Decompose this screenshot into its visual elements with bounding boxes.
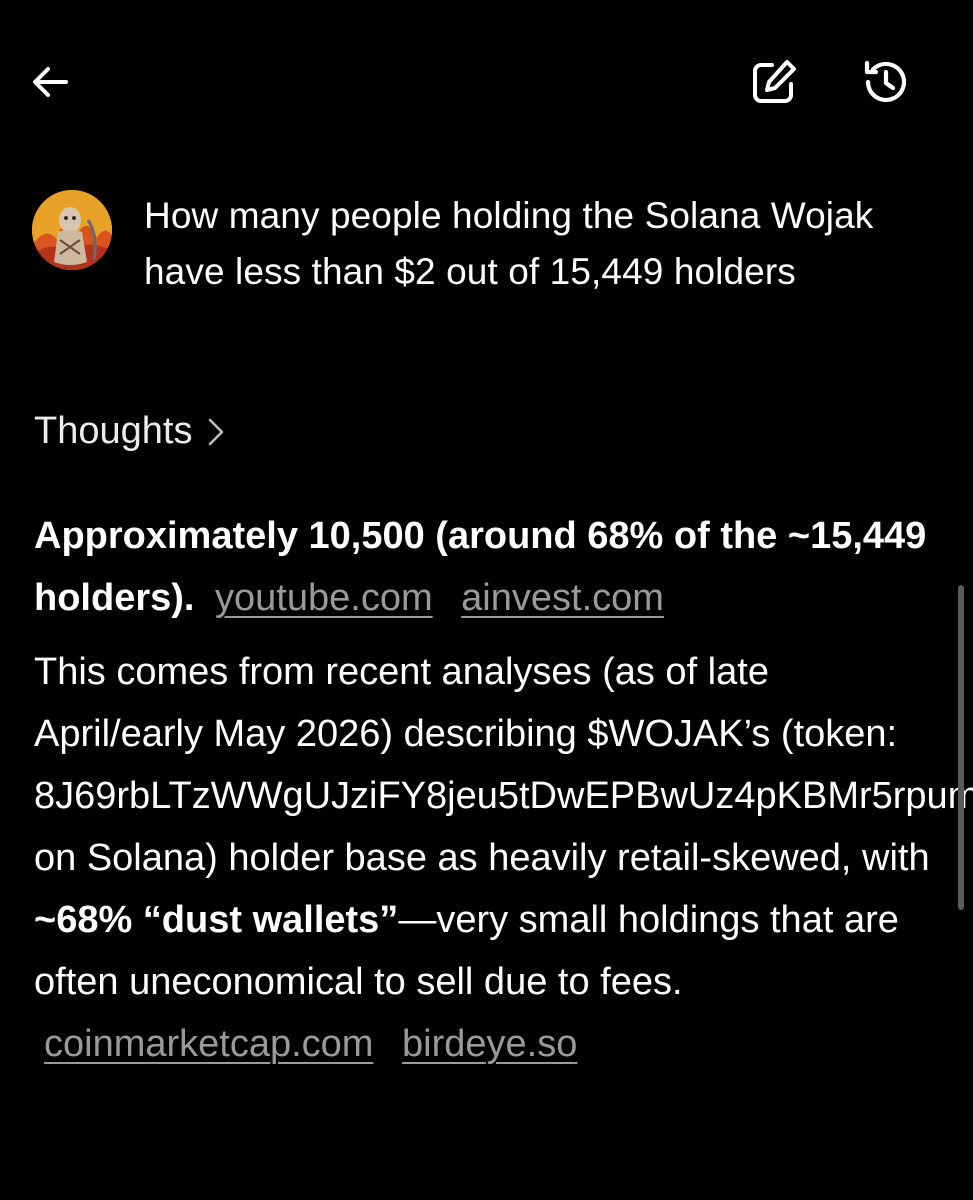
chevron-right-icon	[209, 418, 224, 445]
answer-body: Approximately 10,500 (around 68% of the …	[34, 505, 973, 1075]
arrow-left-icon	[33, 67, 68, 97]
history-button[interactable]	[856, 54, 916, 110]
user-avatar[interactable]	[32, 190, 112, 270]
top-bar	[0, 0, 973, 170]
thoughts-label: Thoughts	[34, 410, 193, 452]
detail-text-1: This comes from recent analyses (as of l…	[34, 651, 973, 879]
answer-summary: Approximately 10,500 (around 68% of the …	[34, 505, 944, 629]
back-button[interactable]	[22, 54, 78, 110]
source-link-ainvest[interactable]: ainvest.com	[461, 577, 664, 619]
thoughts-toggle[interactable]: Thoughts	[34, 410, 226, 453]
scrollbar[interactable]	[958, 585, 964, 910]
source-link-coinmarketcap[interactable]: coinmarketcap.com	[44, 1023, 373, 1065]
history-icon	[864, 60, 907, 103]
answer-detail: This comes from recent analyses (as of l…	[34, 641, 973, 1075]
query-text: How many people holding the Solana Wojak…	[144, 195, 874, 292]
detail-bold-text: ~68% “dust wallets”	[34, 899, 399, 941]
source-link-birdeye[interactable]: birdeye.so	[402, 1023, 577, 1065]
source-link-youtube[interactable]: youtube.com	[215, 577, 433, 619]
edit-icon	[753, 60, 796, 103]
edit-button[interactable]	[744, 54, 804, 110]
